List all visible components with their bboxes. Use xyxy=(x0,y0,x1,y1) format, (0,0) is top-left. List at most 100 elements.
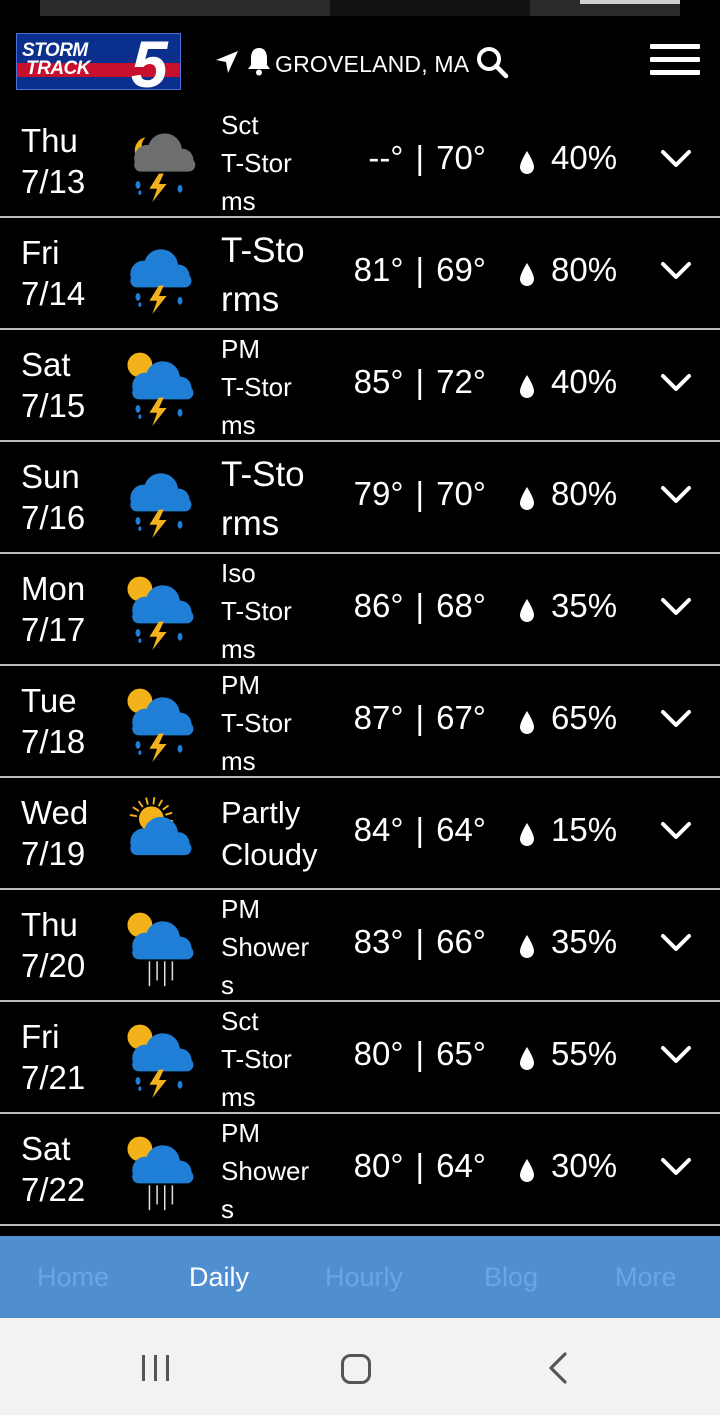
forecast-row[interactable]: Tue 7/18 PM T-Stor ms 87° | 67° 65% xyxy=(0,666,720,778)
temp-separator: | xyxy=(415,811,425,848)
high-temp: --° xyxy=(368,139,404,176)
forecast-row[interactable]: Thu 7/20 PM Shower s 83° | 66° 35% xyxy=(0,890,720,1002)
condition-line: ms xyxy=(221,1082,256,1112)
temp-separator: | xyxy=(415,587,425,624)
tab-daily[interactable]: Daily xyxy=(189,1262,249,1293)
forecast-day: Sat 7/15 xyxy=(21,344,85,426)
forecast-day: Sun 7/16 xyxy=(21,456,85,538)
storm-track-5-logo[interactable]: STORM TRACK 5 xyxy=(16,33,181,90)
tstorm-icon xyxy=(130,249,192,315)
temp-separator: | xyxy=(415,923,425,960)
menu-line xyxy=(650,57,700,62)
condition-line: T-Sto xyxy=(221,231,305,270)
temperature-range: 87° | 67° xyxy=(354,699,486,737)
condition-line: ms xyxy=(221,186,256,216)
condition-text: Iso T-Stor ms xyxy=(221,554,331,668)
condition-line: rms xyxy=(221,504,280,543)
tab-home[interactable]: Home xyxy=(37,1262,109,1293)
logo-word-track: TRACK xyxy=(26,58,91,79)
chevron-down-icon[interactable] xyxy=(660,484,692,506)
tab-blog[interactable]: Blog xyxy=(484,1262,538,1293)
condition-text: PM T-Stor ms xyxy=(221,330,331,444)
condition-text: Partly Cloudy xyxy=(221,792,331,876)
forecast-row[interactable]: Fri 7/21 Sct T-Stor ms 80° | 65° 55% xyxy=(0,1002,720,1114)
tab-hourly[interactable]: Hourly xyxy=(325,1262,403,1293)
precip-chance: 55% xyxy=(551,1035,618,1072)
chevron-down-icon[interactable] xyxy=(660,1044,692,1066)
condition-text: PM T-Stor ms xyxy=(221,666,331,780)
condition-line: T-Stor xyxy=(221,148,292,178)
tab-more[interactable]: More xyxy=(615,1262,677,1293)
high-temp: 84° xyxy=(353,811,404,848)
chevron-down-icon[interactable] xyxy=(660,932,692,954)
forecast-row[interactable]: Mon 7/17 Iso T-Stor ms 86° | 68° 35% xyxy=(0,554,720,666)
forecast-date: 7/20 xyxy=(21,947,86,984)
forecast-day: Mon 7/17 xyxy=(21,568,85,650)
temp-separator: | xyxy=(415,1035,425,1072)
forecast-date: 7/13 xyxy=(21,163,86,200)
condition-line: T-Stor xyxy=(221,372,292,402)
chevron-down-icon[interactable] xyxy=(660,820,692,842)
day-of-week: Fri xyxy=(21,234,60,271)
raindrop-icon xyxy=(520,263,534,286)
top-ad-banner[interactable] xyxy=(40,0,680,16)
hamburger-menu-icon[interactable] xyxy=(650,44,700,80)
temp-separator: | xyxy=(415,139,425,176)
temperature-range: --° | 70° xyxy=(368,139,486,177)
condition-text: Sct T-Stor ms xyxy=(221,106,331,220)
bottom-tab-bar: Home Daily Hourly Blog More xyxy=(0,1236,720,1318)
bell-icon[interactable] xyxy=(245,46,273,76)
location-arrow-icon[interactable] xyxy=(214,49,240,75)
forecast-row[interactable]: Sun 7/16 T-Sto rms 79° | 70° 80% xyxy=(0,442,720,554)
condition-line: s xyxy=(221,1194,234,1224)
system-navigation-bar xyxy=(0,1318,720,1415)
condition-line: Partly xyxy=(221,795,301,830)
raindrop-icon xyxy=(520,487,534,510)
recent-apps-icon[interactable] xyxy=(140,1354,172,1382)
low-temp: 69° xyxy=(436,251,486,288)
day-of-week: Sun xyxy=(21,458,80,495)
precip-chance: 80% xyxy=(551,251,618,288)
temperature-range: 80° | 64° xyxy=(354,1147,486,1185)
chevron-down-icon[interactable] xyxy=(660,372,692,394)
temp-separator: | xyxy=(415,251,425,288)
forecast-row[interactable]: Wed 7/19 Partly Cloudy 84° | 64° 15% xyxy=(0,778,720,890)
chevron-down-icon[interactable] xyxy=(660,596,692,618)
sun-tstorm-icon xyxy=(127,1024,194,1099)
temp-separator: | xyxy=(415,363,425,400)
location-label[interactable]: GROVELAND, MA xyxy=(275,51,469,78)
low-temp: 70° xyxy=(436,139,486,176)
forecast-row[interactable]: Fri 7/14 T-Sto rms 81° | 69° 80% xyxy=(0,218,720,330)
search-icon[interactable] xyxy=(474,44,510,80)
forecast-row[interactable]: Sat 7/15 PM T-Stor ms 85° | 72° 40% xyxy=(0,330,720,442)
condition-text: PM Shower s xyxy=(221,890,331,1004)
chevron-down-icon[interactable] xyxy=(660,708,692,730)
forecast-row[interactable]: Thu 7/13 Sct T-Stor ms --° | 70° 40% xyxy=(0,106,720,218)
day-of-week: Fri xyxy=(21,1018,60,1055)
high-temp: 85° xyxy=(353,363,404,400)
back-icon[interactable] xyxy=(545,1351,571,1385)
raindrop-icon xyxy=(520,375,534,398)
temperature-range: 84° | 64° xyxy=(354,811,486,849)
chevron-down-icon[interactable] xyxy=(660,260,692,282)
low-temp: 66° xyxy=(436,923,486,960)
forecast-row[interactable]: Sat 7/22 PM Shower s 80° | 64° 30% xyxy=(0,1114,720,1226)
chevron-down-icon[interactable] xyxy=(660,148,692,170)
high-temp: 80° xyxy=(353,1147,404,1184)
home-icon[interactable] xyxy=(340,1353,372,1385)
chevron-down-icon[interactable] xyxy=(660,1156,692,1178)
temp-separator: | xyxy=(415,475,425,512)
temperature-range: 79° | 70° xyxy=(354,475,486,513)
condition-line: PM xyxy=(221,894,260,924)
raindrop-icon xyxy=(520,823,534,846)
forecast-date: 7/18 xyxy=(21,723,86,760)
condition-line: rms xyxy=(221,280,280,319)
precip-chance: 80% xyxy=(551,475,618,512)
forecast-day: Thu 7/20 xyxy=(21,904,85,986)
ad-image xyxy=(330,0,530,16)
forecast-date: 7/22 xyxy=(21,1171,86,1208)
low-temp: 65° xyxy=(436,1035,486,1072)
sun-showers-icon xyxy=(127,1136,194,1211)
temp-separator: | xyxy=(415,1147,425,1184)
partly-cloudy-icon xyxy=(129,796,192,856)
